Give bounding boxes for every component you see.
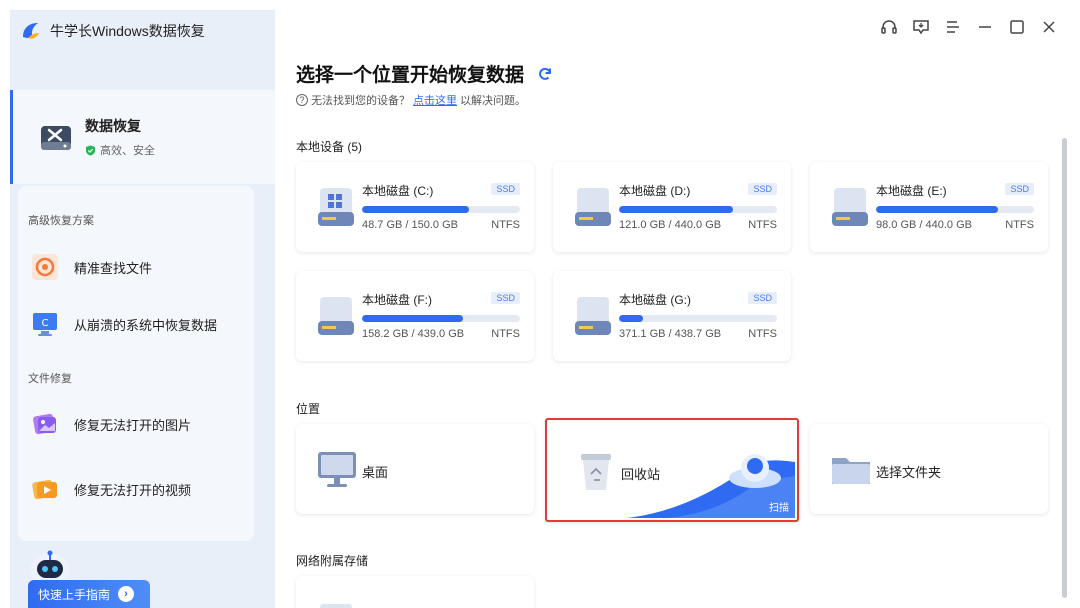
section-repair-label: 文件修复 <box>28 373 72 385</box>
drive-type-badge: SSD <box>1005 183 1034 195</box>
close-icon[interactable] <box>1040 18 1058 36</box>
scrollbar[interactable] <box>1062 138 1067 598</box>
app-brand: 牛学长Windows数据恢复 <box>20 20 205 42</box>
drive-usage-fill <box>619 206 733 213</box>
app-logo-icon <box>23 23 39 39</box>
drive-usage-fill <box>362 206 470 213</box>
drive-filesystem: NTFS <box>748 328 777 340</box>
help-icon: ? <box>296 94 308 106</box>
menu-item-precise-search[interactable]: 精准查找文件 <box>18 247 254 287</box>
hard-drive-icon <box>575 188 611 226</box>
drive-name: 本地磁盘 (F:) <box>362 293 432 307</box>
page-title: 选择一个位置开始恢复数据 <box>296 65 525 86</box>
drive-filesystem: NTFS <box>748 219 777 231</box>
minimize-icon[interactable] <box>976 18 994 36</box>
headset-icon[interactable] <box>880 18 898 36</box>
hard-drive-icon <box>318 188 354 226</box>
drive-usage-bar <box>619 206 777 213</box>
location-desktop[interactable]: 桌面 <box>296 424 534 514</box>
menu-item-repair-photo[interactable]: 修复无法打开的图片 <box>18 404 254 444</box>
nav-data-recovery[interactable]: 数据恢复 高效、安全 <box>10 90 275 184</box>
nas-device-icon <box>320 604 352 608</box>
drive-filesystem: NTFS <box>491 219 520 231</box>
feedback-icon[interactable] <box>912 18 930 36</box>
desktop-monitor-icon <box>318 452 356 487</box>
drive-usage-bar <box>876 206 1034 213</box>
chevron-right-icon: › <box>118 586 135 602</box>
menu-item-repair-video[interactable]: 修复无法打开的视频 <box>18 469 254 509</box>
drive-name: 本地磁盘 (D:) <box>619 184 691 198</box>
guide-label: 快速上手指南 <box>38 587 111 602</box>
drive-usage-bar <box>362 315 520 322</box>
drive-size: 158.2 GB / 439.0 GB <box>362 328 465 340</box>
drive-type-badge: SSD <box>491 183 520 195</box>
menu-item-label: 从崩溃的系统中恢复数据 <box>74 317 218 333</box>
drive-name: 本地磁盘 (G:) <box>619 293 691 307</box>
quick-start-guide-button[interactable]: 快速上手指南 › <box>28 580 150 608</box>
drive-name: 本地磁盘 (E:) <box>876 184 947 198</box>
refresh-icon[interactable] <box>536 65 554 83</box>
location-recycle-bin[interactable]: 回收站 扫描 <box>545 418 799 522</box>
drive-size: 98.0 GB / 440.0 GB <box>876 219 973 231</box>
page-title-row: 选择一个位置开始恢复数据 <box>296 60 554 87</box>
nav-subtitle-text: 高效、安全 <box>100 145 155 157</box>
folder-icon <box>832 458 870 484</box>
drive-type-badge: SSD <box>748 183 777 195</box>
drive-usage-fill <box>362 315 464 322</box>
shield-check-icon <box>86 145 95 155</box>
nav-data-recovery-label: 数据恢复 <box>85 118 141 134</box>
drive-type-badge: SSD <box>491 292 520 304</box>
drive-card-f[interactable]: 本地磁盘 (F:) SSD 158.2 GB / 439.0 GB NTFS <box>296 271 534 361</box>
drive-usage-fill <box>876 206 998 213</box>
hard-drive-icon <box>318 297 354 335</box>
location-label-text: 桌面 <box>362 465 389 480</box>
recycle-bin-icon <box>581 454 611 490</box>
nas-label: 网络附属存储 <box>296 554 369 568</box>
drive-card-c[interactable]: 本地磁盘 (C:) SSD 48.7 GB / 150.0 GB NTFS <box>296 162 534 252</box>
section-advanced-label: 高级恢复方案 <box>28 215 94 227</box>
help-link[interactable]: 点击这里 <box>413 92 457 108</box>
data-recovery-icon <box>41 126 71 150</box>
help-line: ? 无法找到您的设备？ 点击这里 以解决问题。 <box>296 92 526 108</box>
drive-usage-fill <box>619 315 643 322</box>
location-select-folder[interactable]: 选择文件夹 <box>810 424 1048 514</box>
drive-card-e[interactable]: 本地磁盘 (E:) SSD 98.0 GB / 440.0 GB NTFS <box>810 162 1048 252</box>
menu-icon[interactable] <box>944 18 962 36</box>
crashed-system-icon: C <box>33 313 57 336</box>
drive-size: 121.0 GB / 440.0 GB <box>619 219 722 231</box>
nas-device-card[interactable] <box>296 576 534 608</box>
scan-label[interactable]: 扫描 <box>769 499 789 514</box>
local-devices-label: 本地设备 (5) <box>296 140 363 154</box>
menu-item-label: 修复无法打开的视频 <box>74 482 192 498</box>
drive-card-g[interactable]: 本地磁盘 (G:) SSD 371.1 GB / 438.7 GB NTFS <box>553 271 791 361</box>
target-file-icon <box>32 254 58 280</box>
video-repair-icon <box>32 479 57 500</box>
help-suffix: 以解决问题。 <box>460 95 526 107</box>
nav-data-recovery-subtitle: 高效、安全 <box>85 142 155 158</box>
menu-item-crashed-system[interactable]: C 从崩溃的系统中恢复数据 <box>18 304 254 344</box>
location-label-text: 选择文件夹 <box>876 465 942 480</box>
menu-item-label: 修复无法打开的图片 <box>74 417 192 433</box>
maximize-icon[interactable] <box>1008 18 1026 36</box>
drive-filesystem: NTFS <box>1005 219 1034 231</box>
hard-drive-icon <box>575 297 611 335</box>
window-controls <box>880 18 1058 36</box>
advanced-panel: 高级恢复方案 精准查找文件 C 从崩溃的系统中恢复数据 文件修复 修复无法打开的… <box>18 186 254 541</box>
drive-card-d[interactable]: 本地磁盘 (D:) SSD 121.0 GB / 440.0 GB NTFS <box>553 162 791 252</box>
app-title: 牛学长Windows数据恢复 <box>50 23 205 39</box>
drive-name: 本地磁盘 (C:) <box>362 184 434 198</box>
drive-size: 48.7 GB / 150.0 GB <box>362 219 459 231</box>
drive-usage-bar <box>362 206 520 213</box>
photo-repair-icon <box>33 413 56 435</box>
drive-filesystem: NTFS <box>491 328 520 340</box>
svg-text:C: C <box>42 318 49 329</box>
drive-size: 371.1 GB / 438.7 GB <box>619 328 722 340</box>
drive-type-badge: SSD <box>748 292 777 304</box>
hard-drive-icon <box>832 188 868 226</box>
menu-item-label: 精准查找文件 <box>74 260 153 276</box>
location-label-text: 回收站 <box>621 467 661 482</box>
help-prefix: 无法找到您的设备？ <box>311 95 410 107</box>
location-label: 位置 <box>296 402 321 416</box>
drive-usage-bar <box>619 315 777 322</box>
